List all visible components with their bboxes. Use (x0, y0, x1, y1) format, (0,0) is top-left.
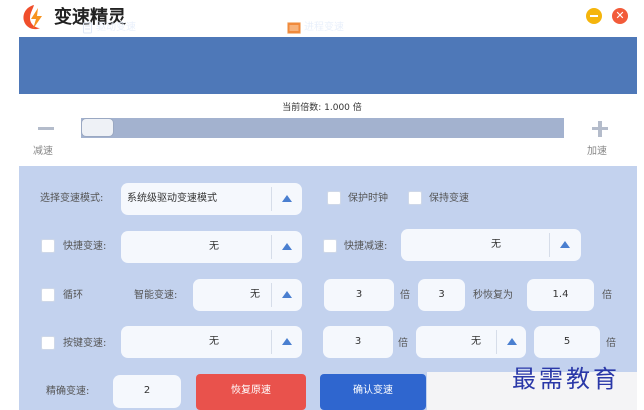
hotkey-slowdown-select[interactable]: 无 (401, 229, 581, 261)
key-end-value: 5 (563, 336, 571, 347)
key-multiplier-input[interactable]: 3 (323, 326, 393, 358)
speed-slider-track[interactable] (81, 118, 564, 138)
chevron-up-icon[interactable] (560, 241, 570, 248)
smart-speed-label: 智能变速: (134, 290, 178, 301)
loop-checkbox[interactable] (41, 288, 55, 302)
select-divider (271, 283, 272, 307)
hotkey-speedup-label: 快捷变速: (63, 241, 107, 252)
mode-select[interactable]: 系统级驱动变速模式 (121, 183, 302, 215)
hotkey-slowdown-checkbox[interactable] (323, 239, 337, 253)
times-unit-label: 倍 (606, 338, 616, 349)
times-unit-label: 倍 (602, 290, 612, 301)
chevron-up-icon[interactable] (507, 338, 517, 345)
select-divider (271, 235, 272, 259)
speed-slider-handle[interactable] (81, 118, 114, 137)
current-multiplier-readout: 当前倍数: 1.000 倍 (282, 103, 362, 113)
tab-driver-speed[interactable]: 驱动变速 (82, 20, 136, 36)
select-divider (271, 330, 272, 354)
smart-speed-value: 无 (250, 289, 260, 300)
key-speed-value: 无 (209, 336, 219, 347)
plus-icon-vertical[interactable] (598, 121, 602, 137)
loop-seconds-input[interactable]: 3 (418, 279, 465, 311)
key-option-select[interactable]: 无 (416, 326, 526, 358)
restore-value-input[interactable]: 1.4 (527, 279, 594, 311)
process-icon (287, 22, 301, 34)
protect-clock-checkbox[interactable] (327, 191, 341, 205)
restore-original-speed-button[interactable]: 恢复原速 (196, 374, 306, 410)
driver-icon (83, 22, 92, 34)
key-option-value: 无 (471, 336, 481, 347)
minus-icon[interactable] (38, 127, 54, 130)
hotkey-slowdown-label: 快捷减速: (344, 241, 388, 252)
loop-multiplier-value: 3 (355, 289, 363, 300)
precise-speed-value: 2 (143, 385, 151, 396)
key-multiplier-value: 3 (354, 336, 362, 347)
decrease-speed-label[interactable]: 减速 (33, 145, 53, 159)
hotkey-speedup-checkbox[interactable] (41, 239, 55, 253)
chevron-up-icon[interactable] (282, 195, 292, 202)
watermark-text: 最需教育 (512, 365, 620, 393)
confirm-speed-button[interactable]: 确认变速 (320, 374, 426, 410)
chevron-up-icon[interactable] (282, 338, 292, 345)
keep-speed-checkbox[interactable] (408, 191, 422, 205)
mode-select-value: 系统级驱动变速模式 (127, 193, 217, 204)
increase-speed-label[interactable]: 加速 (587, 145, 607, 159)
restore-value: 1.4 (552, 289, 569, 300)
loop-seconds-value: 3 (438, 289, 445, 300)
tab-process-label: 进程变速 (304, 22, 344, 33)
key-end-input[interactable]: 5 (534, 326, 600, 358)
protect-clock-label: 保护时钟 (348, 193, 388, 204)
chevron-up-icon[interactable] (282, 243, 292, 250)
precise-speed-label: 精确变速: (46, 386, 90, 397)
smart-speed-select[interactable]: 无 (193, 279, 302, 311)
times-unit-label: 倍 (400, 290, 410, 301)
loop-multiplier-input[interactable]: 3 (324, 279, 394, 311)
loop-label: 循环 (63, 290, 83, 301)
restore-to-label: 秒恢复为 (473, 290, 513, 301)
select-divider (271, 187, 272, 211)
close-button[interactable]: ✕ (612, 8, 628, 24)
tab-process-speed[interactable]: 进程变速 (287, 20, 344, 36)
mode-label: 选择变速模式: (40, 193, 104, 204)
hotkey-speedup-select[interactable]: 无 (121, 231, 302, 263)
key-speed-label: 按键变速: (63, 338, 107, 349)
app-logo-icon (23, 5, 42, 30)
keep-speed-label: 保持变速 (429, 193, 469, 204)
select-divider (549, 233, 550, 257)
tab-driver-label: 驱动变速 (96, 22, 136, 33)
mode-tab-bar (19, 37, 637, 94)
hotkey-speedup-value: 无 (209, 241, 219, 252)
key-speed-select[interactable]: 无 (121, 326, 302, 358)
select-divider (496, 330, 497, 354)
precise-speed-input[interactable]: 2 (113, 375, 181, 408)
key-speed-checkbox[interactable] (41, 336, 55, 350)
chevron-up-icon[interactable] (282, 291, 292, 298)
minimize-button[interactable] (586, 8, 602, 24)
times-unit-label: 倍 (398, 338, 408, 349)
